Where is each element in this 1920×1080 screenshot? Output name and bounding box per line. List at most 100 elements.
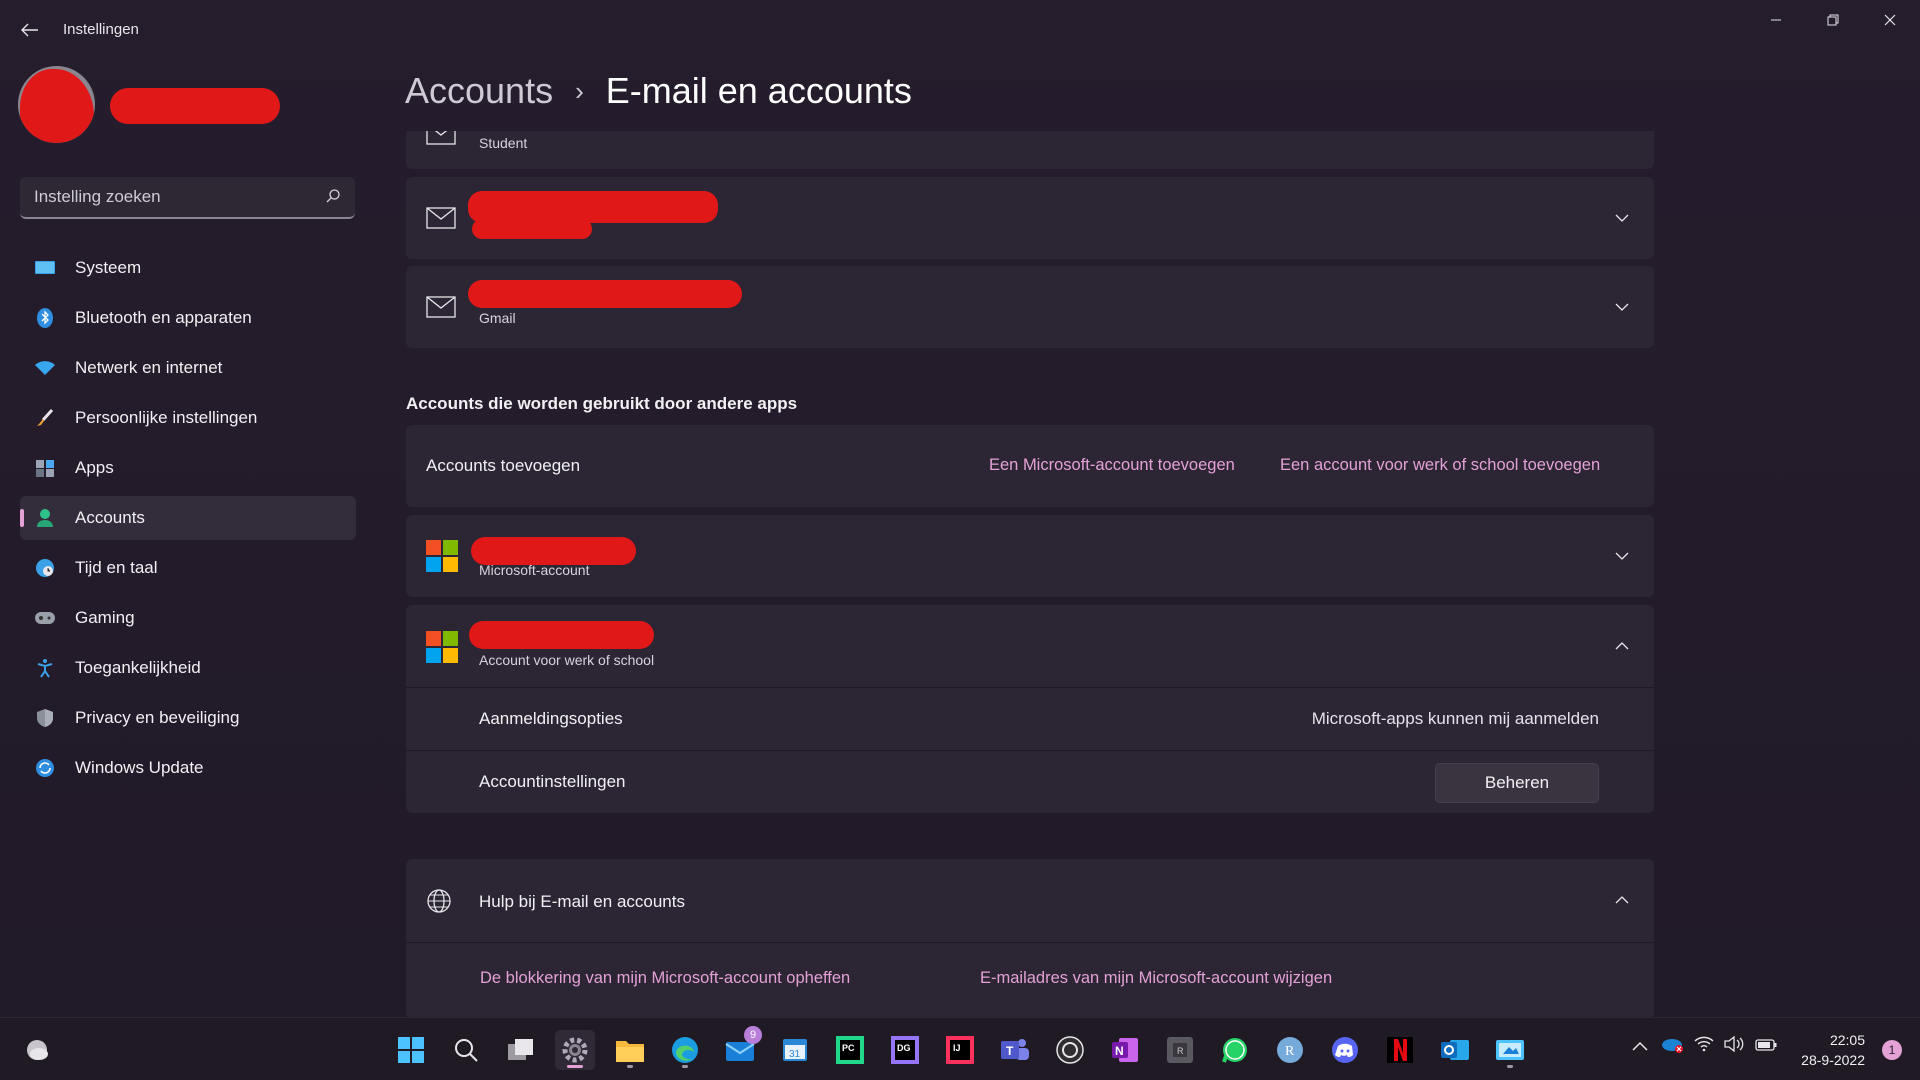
mail-app-icon[interactable]: 9 xyxy=(720,1026,762,1070)
calendar-icon[interactable]: 31 xyxy=(775,1030,815,1070)
sidebar-item-bluetooth[interactable]: Bluetooth en apparaten xyxy=(20,296,356,340)
edge-icon[interactable] xyxy=(665,1030,705,1070)
chevron-up-icon[interactable] xyxy=(1612,890,1632,910)
chevron-up-icon[interactable] xyxy=(1632,1038,1648,1055)
account-type: Gmail xyxy=(479,310,516,326)
work-account-card: Account voor werk of school Aanmeldingso… xyxy=(406,605,1654,813)
unblock-account-link[interactable]: De blokkering van mijn Microsoft-account… xyxy=(480,969,850,988)
sidebar-item-label: Systeem xyxy=(75,258,142,277)
signin-options-value: Microsoft-apps kunnen mij aanmelden xyxy=(1311,709,1599,728)
settings-app-icon[interactable] xyxy=(555,1030,595,1070)
svg-text:N: N xyxy=(1115,1044,1124,1058)
brush-icon xyxy=(34,407,56,429)
shield-icon xyxy=(34,707,56,729)
wifi-icon[interactable] xyxy=(1694,1036,1714,1056)
active-indicator xyxy=(567,1065,583,1068)
sidebar-item-toegankelijkheid[interactable]: Toegankelijkheid xyxy=(20,646,356,690)
snipping-tool-icon[interactable] xyxy=(1490,1030,1530,1070)
chevron-down-icon[interactable] xyxy=(1612,546,1632,566)
sidebar-item-accounts[interactable]: Accounts xyxy=(20,496,356,540)
email-account-card[interactable] xyxy=(406,177,1654,259)
outlook-icon[interactable] xyxy=(1435,1030,1475,1070)
notification-badge[interactable]: 1 xyxy=(1882,1040,1902,1060)
r-studio-icon[interactable]: R xyxy=(1270,1030,1310,1070)
settings-search[interactable] xyxy=(20,177,355,219)
search-icon[interactable] xyxy=(446,1030,486,1070)
clock[interactable]: 22:05 28-9-2022 xyxy=(1801,1030,1865,1070)
pycharm-icon[interactable]: PC xyxy=(830,1030,870,1070)
microsoft-account-card[interactable]: Microsoft-account xyxy=(406,515,1654,597)
sidebar-item-label: Windows Update xyxy=(75,758,204,777)
email-account-card[interactable]: Student xyxy=(406,131,1654,169)
sidebar-item-systeem[interactable]: Systeem xyxy=(20,246,356,290)
help-header[interactable]: Hulp bij E-mail en accounts xyxy=(406,859,1654,941)
chevron-right-icon: › xyxy=(575,75,584,106)
svg-text:DG: DG xyxy=(897,1043,911,1053)
sidebar-item-label: Persoonlijke instellingen xyxy=(75,408,258,427)
running-indicator xyxy=(682,1065,688,1068)
sidebar-item-gaming[interactable]: Gaming xyxy=(20,596,356,640)
mail-icon xyxy=(426,296,456,318)
add-microsoft-account-link[interactable]: Een Microsoft-account toevoegen xyxy=(989,456,1235,475)
account-type: Student xyxy=(479,135,528,151)
breadcrumb: Accounts › E-mail en accounts xyxy=(405,70,912,112)
work-account-header[interactable]: Account voor werk of school xyxy=(406,605,1654,687)
mail-badge: 9 xyxy=(744,1026,762,1044)
close-button[interactable] xyxy=(1862,6,1918,34)
restore-button[interactable] xyxy=(1805,6,1861,34)
sidebar-nav: Systeem Bluetooth en apparaten Netwerk e… xyxy=(20,246,356,796)
discord-icon[interactable] xyxy=(1325,1030,1365,1070)
arrow-left-icon xyxy=(21,23,38,37)
intellij-icon[interactable]: IJ xyxy=(940,1030,980,1070)
app-title: Instellingen xyxy=(63,21,139,38)
sidebar-item-tijd[interactable]: Tijd en taal xyxy=(20,546,356,590)
svg-text:R: R xyxy=(1285,1044,1295,1059)
main-content: Student Gmail Accounts die worden gebrui… xyxy=(406,131,1654,1017)
volume-icon[interactable] xyxy=(1724,1035,1746,1056)
user-profile[interactable] xyxy=(18,66,318,166)
close-icon xyxy=(1884,14,1896,26)
mail-icon xyxy=(426,207,456,229)
taskbar: 9 31 PC DG IJ T N R R 22:05 28-9-2022 1 xyxy=(0,1017,1920,1080)
whatsapp-icon[interactable] xyxy=(1215,1030,1255,1070)
email-account-card[interactable]: Gmail xyxy=(406,266,1654,348)
sidebar-item-netwerk[interactable]: Netwerk en internet xyxy=(20,346,356,390)
obs-icon[interactable] xyxy=(1050,1030,1090,1070)
file-explorer-icon[interactable] xyxy=(610,1030,650,1070)
onenote-icon[interactable]: N xyxy=(1105,1030,1145,1070)
battery-icon[interactable] xyxy=(1755,1038,1777,1055)
chevron-up-icon[interactable] xyxy=(1612,636,1632,656)
account-settings-row: Accountinstellingen Beheren xyxy=(406,750,1654,813)
svg-text:R: R xyxy=(1177,1046,1184,1056)
chevron-down-icon[interactable] xyxy=(1612,297,1632,317)
sidebar-item-windows-update[interactable]: Windows Update xyxy=(20,746,356,790)
change-email-link[interactable]: E-mailadres van mijn Microsoft-account w… xyxy=(980,969,1332,988)
account-name-redaction xyxy=(469,621,654,649)
search-icon[interactable] xyxy=(325,188,341,209)
onedrive-icon[interactable] xyxy=(1660,1036,1684,1058)
manage-button[interactable]: Beheren xyxy=(1435,763,1599,803)
back-button[interactable] xyxy=(16,16,44,44)
chevron-down-icon[interactable] xyxy=(1612,208,1632,228)
weather-widget-icon[interactable] xyxy=(17,1030,57,1070)
datagrip-icon[interactable]: DG xyxy=(885,1030,925,1070)
add-work-account-link[interactable]: Een account voor werk of school toevoege… xyxy=(1280,456,1600,475)
globe-icon xyxy=(427,889,451,913)
sidebar-item-persoonlijk[interactable]: Persoonlijke instellingen xyxy=(20,396,356,440)
breadcrumb-parent[interactable]: Accounts xyxy=(405,70,553,112)
task-view-icon[interactable] xyxy=(501,1030,541,1070)
gamepad-icon xyxy=(34,607,56,629)
start-button-icon[interactable] xyxy=(391,1030,431,1070)
minimize-button[interactable] xyxy=(1748,6,1804,34)
name-redaction xyxy=(110,88,280,124)
sidebar-item-apps[interactable]: Apps xyxy=(20,446,356,490)
app-r-icon[interactable]: R xyxy=(1160,1030,1200,1070)
search-input[interactable] xyxy=(20,177,310,217)
teams-icon[interactable]: T xyxy=(995,1030,1035,1070)
sidebar-item-privacy[interactable]: Privacy en beveiliging xyxy=(20,696,356,740)
clock-time: 22:05 xyxy=(1829,1032,1865,1048)
help-card: Hulp bij E-mail en accounts De blokkerin… xyxy=(406,859,1654,1017)
sidebar-item-label: Privacy en beveiliging xyxy=(75,708,240,727)
netflix-icon[interactable] xyxy=(1380,1030,1420,1070)
update-icon xyxy=(34,757,56,779)
